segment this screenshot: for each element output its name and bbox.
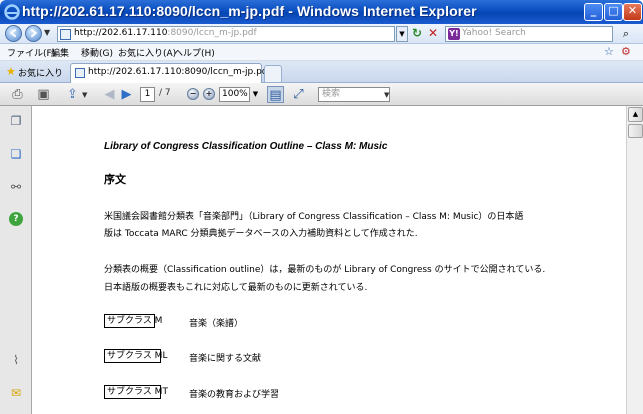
add-favorite-icon[interactable]: ☆ <box>604 45 614 58</box>
address-dropdown-icon[interactable]: ▼ <box>396 26 408 42</box>
menu-file[interactable]: ファイル(F) <box>7 46 55 59</box>
tools-icon[interactable]: ⚙ <box>621 45 631 58</box>
menu-bar: ファイル(F) 編集 移動(G) お気に入り(A) ヘルプ(H) ☆ ⚙ <box>0 44 643 61</box>
find-dropdown-icon[interactable]: ▼ <box>384 91 389 99</box>
forward-arrow-icon <box>30 28 38 38</box>
save-icon[interactable]: ▣ <box>35 86 52 103</box>
address-toolbar: ▼ http://202.61.17.110:8090/lccn_m-jp.pd… <box>0 24 643 44</box>
zoom-dropdown-icon[interactable]: ▼ <box>250 87 261 102</box>
maximize-button[interactable]: □ <box>604 3 623 21</box>
minimize-button[interactable]: _ <box>584 3 603 21</box>
back-arrow-icon <box>9 28 17 38</box>
page-total: / 7 <box>159 88 171 98</box>
ie-logo-icon <box>4 4 20 20</box>
search-placeholder: Yahoo! Search <box>462 28 526 38</box>
search-icon[interactable]: ⌕ <box>616 26 636 42</box>
stop-icon[interactable]: ✕ <box>426 26 440 42</box>
fit-page-icon[interactable]: ▤ <box>267 86 284 103</box>
zoom-out-icon[interactable]: − <box>187 88 199 100</box>
refresh-icon[interactable]: ↻ <box>410 26 424 42</box>
next-page-icon[interactable]: ▶ <box>118 86 135 103</box>
help-icon[interactable]: ? <box>9 212 23 226</box>
favorites-button[interactable]: お気に入り <box>18 66 63 79</box>
subclass-link-ml[interactable]: サブクラス ML <box>104 349 167 363</box>
print-icon[interactable]: ⎙ <box>9 86 26 103</box>
tab-label: http://202.61.17.110:8090/lccn_m-jp.pdf <box>88 67 271 77</box>
vertical-scrollbar[interactable]: ▲ <box>626 106 643 414</box>
history-dropdown-icon[interactable]: ▼ <box>44 28 50 37</box>
subclass-link-mt[interactable]: サブクラス MT <box>104 385 168 399</box>
previous-page-icon[interactable]: ◀ <box>101 86 118 103</box>
find-input[interactable]: 検索 <box>318 87 390 102</box>
favorites-star-icon[interactable]: ★ <box>6 65 16 78</box>
bookmarks-icon[interactable]: ❏ <box>9 147 23 161</box>
page-number-input[interactable]: 1 <box>140 87 155 102</box>
yahoo-icon: Y! <box>448 28 460 40</box>
zoom-in-icon[interactable]: + <box>203 88 215 100</box>
close-button[interactable]: ✕ <box>623 3 642 21</box>
menu-help[interactable]: ヘルプ(H) <box>174 46 215 59</box>
menu-edit[interactable]: 編集 <box>51 46 69 59</box>
paragraph-line: 日本語版の概要表もこれに対応して最新のものに更新されている. <box>104 283 368 293</box>
url-host: http://202.61.17.110 <box>74 28 168 38</box>
tab-active[interactable]: http://202.61.17.110:8090/lccn_m-jp.pdf <box>70 63 271 83</box>
pdf-document-page: Library of Congress Classification Outli… <box>33 106 626 414</box>
address-text: http://202.61.17.110:8090/lccn_m-jp.pdf <box>74 28 257 38</box>
window-title-bar: http://202.61.17.110:8090/lccn_m-jp.pdf … <box>0 0 643 24</box>
menu-favorites[interactable]: お気に入り(A) <box>118 46 176 59</box>
forward-button[interactable] <box>25 25 42 42</box>
section-title: 序文 <box>104 173 126 186</box>
search-input[interactable]: Y! Yahoo! Search <box>445 26 613 42</box>
page-icon <box>60 29 71 40</box>
url-path: :8090/lccn_m-jp.pdf <box>167 28 257 38</box>
fit-width-icon[interactable]: ⤢ <box>290 86 307 103</box>
pdf-toolbar: ⎙ ▣ ⇪ ▼ ◀ ▶ 1 / 7 − + 100% ▼ ▤ ⤢ 検索 ▼ <box>0 83 643 106</box>
address-input[interactable]: http://202.61.17.110:8090/lccn_m-jp.pdf <box>57 26 395 42</box>
zoom-input[interactable]: 100% <box>219 87 250 102</box>
new-tab-button[interactable] <box>264 65 282 82</box>
subclass-description: 音楽に関する文献 <box>189 354 262 364</box>
comments-icon[interactable]: ✉ <box>9 386 23 400</box>
subclass-description: 音楽の教育および学習 <box>189 390 280 400</box>
pages-icon[interactable]: ❐ <box>9 114 23 128</box>
scroll-up-arrow-icon[interactable]: ▲ <box>628 107 643 122</box>
share-icon[interactable]: ⇪ <box>64 86 81 103</box>
tab-bar: ★ お気に入り http://202.61.17.110:8090/lccn_m… <box>0 61 643 83</box>
menu-go[interactable]: 移動(G) <box>81 46 113 59</box>
subclass-link-m[interactable]: サブクラス M <box>104 314 162 328</box>
window-title: http://202.61.17.110:8090/lccn_m-jp.pdf … <box>22 3 477 19</box>
navigation-panel: ❐ ❏ ⚯ ? ⌇ ✉ <box>0 106 32 414</box>
paragraph-line: 分類表の概要（Classification outline）は，最新のものが L… <box>104 265 546 275</box>
share-dropdown-icon[interactable]: ▼ <box>82 91 87 99</box>
subclass-description: 音楽（楽譜） <box>189 319 244 329</box>
document-heading: Library of Congress Classification Outli… <box>104 141 388 152</box>
tab-page-icon <box>75 68 85 78</box>
scroll-thumb[interactable] <box>628 124 643 138</box>
paragraph-line: 米国議会図書館分類表「音楽部門」（Library of Congress Cla… <box>104 212 524 222</box>
attachments-icon[interactable]: ⌇ <box>9 353 23 367</box>
paragraph-line: 版は Toccata MARC 分類典拠データベースの入力補助資料として作成され… <box>104 229 418 239</box>
back-button[interactable] <box>5 25 22 42</box>
signatures-icon[interactable]: ⚯ <box>9 180 23 194</box>
